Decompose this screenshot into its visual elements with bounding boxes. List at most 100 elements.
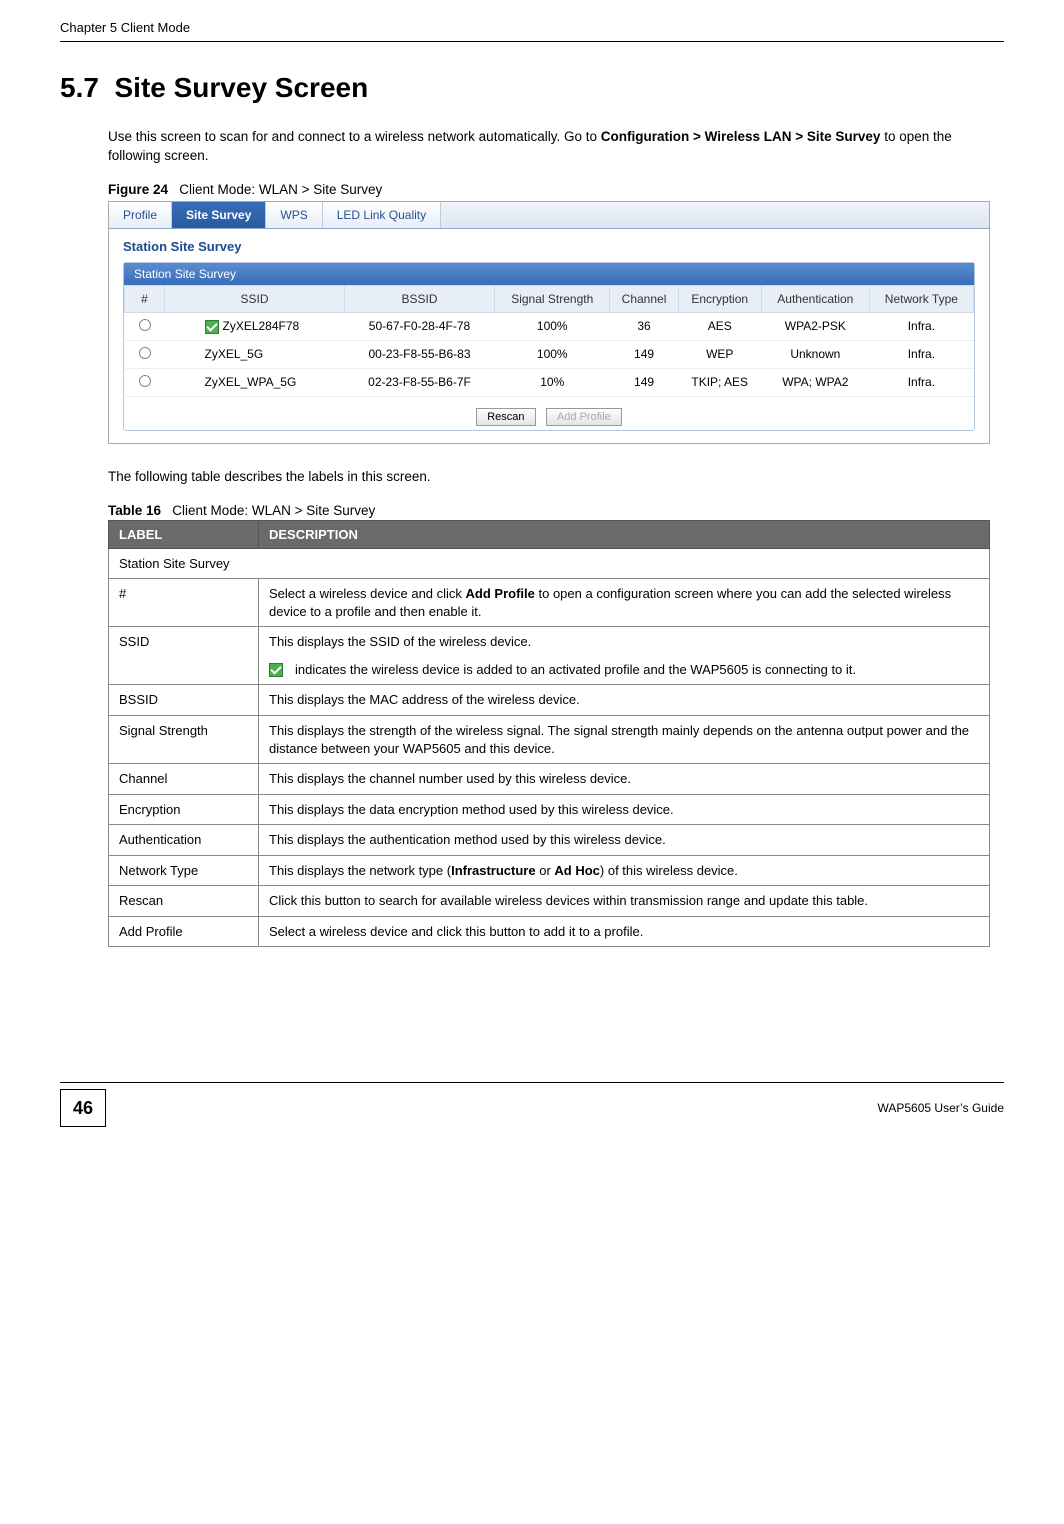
desc-row: Signal Strength This displays the streng… [109,715,990,763]
desc-span-label: Station Site Survey [109,548,990,579]
site-survey-panel: Station Site Survey # SSID BSSID Signal … [123,262,975,431]
th-desc: DESCRIPTION [259,520,990,548]
description-table: LABEL DESCRIPTION Station Site Survey # … [108,520,990,948]
desc-label: Encryption [109,794,259,825]
figure-caption-text: Client Mode: WLAN > Site Survey [179,182,382,197]
desc-row: # Select a wireless device and click Add… [109,579,990,627]
desc-text: Select a wireless device and click Add P… [259,579,990,627]
desc-row: BSSID This displays the MAC address of t… [109,685,990,716]
section-heading: 5.7 Site Survey Screen [60,72,1004,104]
cell-channel: 36 [610,312,678,340]
page-number: 46 [60,1089,106,1127]
cell-ssid: ZyXEL284F78 [223,319,300,333]
desc-text: This displays the strength of the wirele… [259,715,990,763]
panel-title: Station Site Survey [123,239,975,254]
page-header: Chapter 5 Client Mode [60,20,1004,42]
tab-led-link-quality[interactable]: LED Link Quality [323,202,441,228]
button-row: Rescan Add Profile [124,397,974,430]
desc-label: Network Type [109,855,259,886]
cell-auth: WPA; WPA2 [761,368,869,396]
tab-bar: Profile Site Survey WPS LED Link Quality [109,202,989,229]
desc-label: Signal Strength [109,715,259,763]
desc-text: This displays the data encryption method… [259,794,990,825]
table-label: Table 16 [108,503,161,518]
row-radio[interactable] [139,347,151,359]
figure-caption: Figure 24 Client Mode: WLAN > Site Surve… [108,182,1004,197]
cell-encryption: TKIP; AES [678,368,761,396]
table-row[interactable]: ZyXEL_5G 00-23-F8-55-B6-83 100% 149 WEP … [125,340,974,368]
desc-text: Select a wireless device and click this … [259,916,990,947]
cell-nettype: Infra. [869,368,973,396]
desc-text: This displays the network type (Infrastr… [259,855,990,886]
table-row[interactable]: ZyXEL284F78 50-67-F0-28-4F-78 100% 36 AE… [125,312,974,340]
desc-row: Add Profile Select a wireless device and… [109,916,990,947]
desc-text: This displays the authentication method … [259,825,990,856]
desc-row: Rescan Click this button to search for a… [109,886,990,917]
desc-text: This displays the SSID of the wireless d… [259,627,990,685]
row-radio[interactable] [139,375,151,387]
desc-label: SSID [109,627,259,685]
desc-row: SSID This displays the SSID of the wirel… [109,627,990,685]
desc-label: Authentication [109,825,259,856]
connected-check-icon [269,663,283,677]
chapter-label: Chapter 5 Client Mode [60,20,190,35]
desc-row: Encryption This displays the data encryp… [109,794,990,825]
figure-label: Figure 24 [108,182,168,197]
screenshot-panel: Profile Site Survey WPS LED Link Quality… [108,201,990,444]
desc-row: Station Site Survey [109,548,990,579]
cell-signal: 100% [495,312,610,340]
desc-row: Channel This displays the channel number… [109,764,990,795]
cell-bssid: 00-23-F8-55-B6-83 [345,340,495,368]
desc-label: Rescan [109,886,259,917]
tab-wps[interactable]: WPS [266,202,322,228]
footer-guide: WAP5605 User’s Guide [877,1101,1004,1115]
desc-text: This displays the MAC address of the wir… [259,685,990,716]
section-number: 5.7 [60,72,99,103]
cell-encryption: WEP [678,340,761,368]
desc-label: Add Profile [109,916,259,947]
cell-ssid: ZyXEL_5G [205,347,264,361]
section-title: Site Survey Screen [115,72,369,103]
site-survey-table: # SSID BSSID Signal Strength Channel Enc… [124,285,974,397]
desc-label: # [109,579,259,627]
desc-row: Network Type This displays the network t… [109,855,990,886]
desc-row: Authentication This displays the authent… [109,825,990,856]
table-caption: Table 16 Client Mode: WLAN > Site Survey [108,503,1004,518]
connected-check-icon [205,320,219,334]
cell-encryption: AES [678,312,761,340]
col-encryption: Encryption [678,285,761,312]
panel-header: Station Site Survey [124,263,974,285]
intro-paragraph: Use this screen to scan for and connect … [108,128,1004,166]
col-signal: Signal Strength [495,285,610,312]
intro-pre: Use this screen to scan for and connect … [108,129,601,144]
tab-profile[interactable]: Profile [109,202,172,228]
cell-channel: 149 [610,340,678,368]
table-row[interactable]: ZyXEL_WPA_5G 02-23-F8-55-B6-7F 10% 149 T… [125,368,974,396]
cell-auth: WPA2-PSK [761,312,869,340]
table-caption-text: Client Mode: WLAN > Site Survey [172,503,375,518]
desc-label: Channel [109,764,259,795]
tab-site-survey[interactable]: Site Survey [172,202,266,228]
add-profile-button[interactable]: Add Profile [546,408,622,426]
page-footer: 46 WAP5605 User’s Guide [60,1082,1004,1127]
col-auth: Authentication [761,285,869,312]
row-radio[interactable] [139,319,151,331]
col-hash: # [125,285,165,312]
cell-nettype: Infra. [869,312,973,340]
th-label: LABEL [109,520,259,548]
cell-nettype: Infra. [869,340,973,368]
cell-signal: 100% [495,340,610,368]
desc-text: This displays the channel number used by… [259,764,990,795]
col-ssid: SSID [165,285,345,312]
cell-signal: 10% [495,368,610,396]
after-figure-paragraph: The following table describes the labels… [108,468,1004,487]
cell-auth: Unknown [761,340,869,368]
desc-label: BSSID [109,685,259,716]
col-nettype: Network Type [869,285,973,312]
intro-bold: Configuration > Wireless LAN > Site Surv… [601,129,881,144]
rescan-button[interactable]: Rescan [476,408,535,426]
cell-bssid: 02-23-F8-55-B6-7F [345,368,495,396]
col-bssid: BSSID [345,285,495,312]
cell-ssid: ZyXEL_WPA_5G [205,375,297,389]
col-channel: Channel [610,285,678,312]
